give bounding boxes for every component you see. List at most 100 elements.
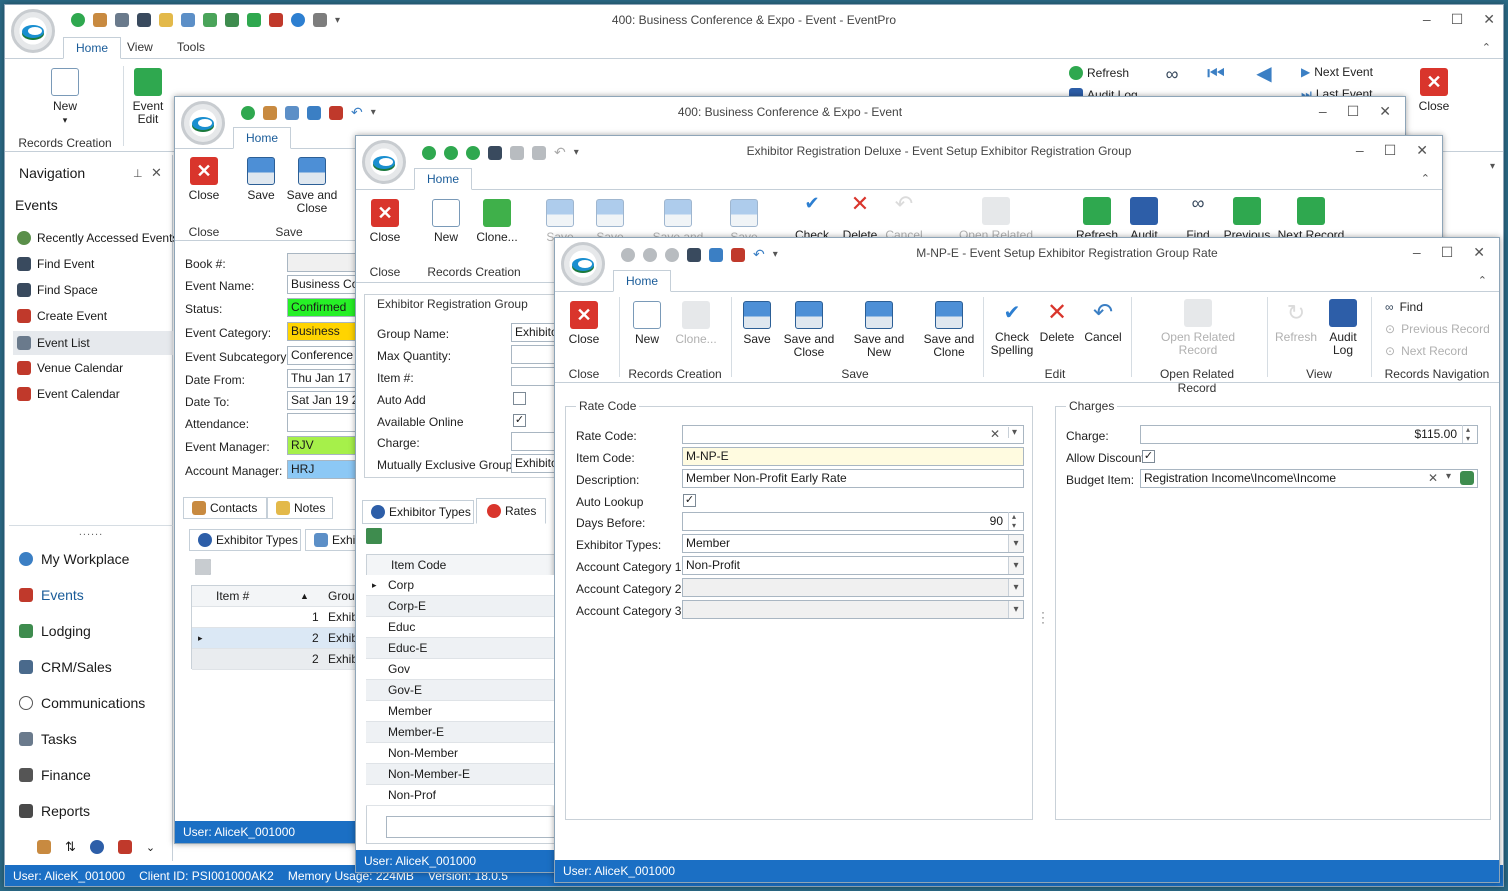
- table-row[interactable]: ▸ 2 Exhibi: [192, 628, 362, 649]
- module-tasks[interactable]: Tasks: [19, 731, 77, 747]
- save-button[interactable]: Save: [739, 301, 775, 346]
- nav-find-space[interactable]: Find Space: [17, 283, 98, 297]
- open-related-button[interactable]: Open Related Record: [1153, 299, 1243, 357]
- delete-button[interactable]: ✕ Delete: [840, 193, 880, 242]
- account-category-2-select[interactable]: [682, 578, 1024, 597]
- rate-row[interactable]: Non-Prof: [366, 785, 554, 806]
- module-reports[interactable]: Reports: [19, 803, 90, 819]
- maximize-icon[interactable]: ☐: [1451, 11, 1464, 28]
- rate-row[interactable]: Educ-E: [366, 638, 554, 659]
- item-code-field[interactable]: M-NP-E: [682, 447, 1024, 466]
- lookup-grid-icon[interactable]: [1460, 471, 1474, 485]
- tab-tools[interactable]: Tools: [165, 37, 217, 59]
- tab-home[interactable]: Home: [233, 127, 292, 149]
- spinner-icon[interactable]: ▴ ▾: [1008, 512, 1016, 530]
- group-tab-exhibitor-types[interactable]: Exhibitor Types: [362, 500, 474, 524]
- close-icon[interactable]: ✕: [1473, 244, 1485, 261]
- save-and-new-button[interactable]: Save and New: [841, 301, 917, 359]
- auto-add-checkbox[interactable]: [513, 392, 526, 405]
- chevron-down-icon[interactable]: ⌄: [146, 841, 155, 854]
- charge-field[interactable]: $115.00: [1140, 425, 1478, 444]
- clear-icon[interactable]: ✕: [990, 427, 1000, 441]
- module-my-workplace[interactable]: My Workplace: [19, 551, 129, 567]
- cancel-button[interactable]: ↶ Cancel: [884, 193, 924, 242]
- clear-icon[interactable]: ✕: [1428, 471, 1438, 485]
- save-and-close-button[interactable]: Save and Close: [783, 301, 835, 359]
- exhibitor-types-select[interactable]: Member: [682, 534, 1024, 553]
- table-row[interactable]: 1 Exhibi: [192, 607, 362, 628]
- maximize-icon[interactable]: ☐: [1441, 244, 1454, 261]
- previous-record-button[interactable]: ⊙ Previous Record: [1385, 323, 1495, 336]
- event-tab-notes[interactable]: Notes: [267, 497, 333, 519]
- globe-icon[interactable]: [89, 840, 104, 854]
- module-crm-sales[interactable]: CRM/Sales: [19, 659, 112, 675]
- panel-splitter-icon[interactable]: · · ·: [1041, 606, 1045, 628]
- nav-event-calendar[interactable]: Event Calendar: [17, 387, 120, 401]
- allow-discount-checkbox[interactable]: ✓: [1142, 450, 1155, 463]
- print-icon[interactable]: [195, 559, 211, 575]
- save-and-close-button[interactable]: Save and Close: [285, 157, 339, 215]
- module-communications[interactable]: Communications: [19, 695, 145, 711]
- nav-close-icon[interactable]: ✕: [151, 165, 162, 181]
- new-button[interactable]: New: [629, 301, 665, 346]
- close-icon[interactable]: ✕: [1483, 11, 1495, 28]
- group-tab-rates[interactable]: Rates: [476, 498, 546, 524]
- minimize-icon[interactable]: –: [1423, 11, 1431, 28]
- chart-icon[interactable]: [117, 840, 132, 854]
- open-related-button[interactable]: Open Related: [956, 197, 1036, 242]
- find-button[interactable]: ∞ Find: [1180, 194, 1216, 242]
- tab-home[interactable]: Home: [414, 168, 473, 190]
- next-record-button[interactable]: Next Record: [1276, 197, 1346, 242]
- tab-home[interactable]: Home: [613, 270, 672, 292]
- tab-home[interactable]: Home: [63, 37, 122, 59]
- chevron-down-icon[interactable]: ▾: [1008, 427, 1017, 438]
- rate-row[interactable]: Gov: [366, 659, 554, 680]
- refresh-button[interactable]: Refresh: [1069, 66, 1149, 80]
- refresh-button[interactable]: ↻ Refresh: [1273, 299, 1319, 344]
- ribbon-collapse-icon[interactable]: ⌃: [1421, 172, 1430, 185]
- rate-row[interactable]: Member: [366, 701, 554, 722]
- ribbon-collapse-icon[interactable]: ⌃: [1478, 274, 1487, 287]
- maximize-icon[interactable]: ☐: [1347, 103, 1360, 120]
- clone-button[interactable]: Clone...: [472, 199, 522, 244]
- rate-row[interactable]: Corp-E: [366, 596, 554, 617]
- find-button[interactable]: ∞ Find: [1385, 301, 1485, 314]
- close-button[interactable]: Close: [563, 301, 605, 346]
- cancel-button[interactable]: ↶ Cancel: [1081, 299, 1125, 344]
- available-online-checkbox[interactable]: ✓: [513, 414, 526, 427]
- nav-create-event[interactable]: Create Event: [17, 309, 107, 323]
- rate-row[interactable]: Non-Member: [366, 743, 554, 764]
- ribbon-dropdown-icon[interactable]: ▾: [1490, 161, 1495, 172]
- new-button[interactable]: New ▾: [47, 68, 83, 127]
- previous-button[interactable]: Previous: [1222, 197, 1272, 242]
- nav-find-event[interactable]: Find Event: [17, 257, 94, 271]
- check-spelling-button[interactable]: ✔ Check: [792, 194, 832, 242]
- module-lodging[interactable]: Lodging: [19, 623, 91, 639]
- module-events[interactable]: Events: [19, 587, 84, 603]
- nav-splitter[interactable]: ......: [9, 525, 173, 538]
- auto-lookup-checkbox[interactable]: ✓: [683, 494, 696, 507]
- save-and-clone-button[interactable]: Save and Clone: [921, 301, 977, 359]
- refresh-button[interactable]: Refresh: [1074, 197, 1120, 242]
- minimize-icon[interactable]: –: [1413, 244, 1421, 261]
- next-record-button[interactable]: ⊙ Next Record: [1385, 345, 1495, 358]
- event-subtab-exhibitor-types[interactable]: Exhibitor Types: [189, 529, 301, 551]
- table-row[interactable]: 2 Exhibi: [192, 649, 362, 670]
- close-button[interactable]: Close: [1409, 68, 1459, 113]
- export-icon[interactable]: [366, 528, 382, 544]
- account-category-1-select[interactable]: Non-Profit: [682, 556, 1024, 575]
- check-spelling-button[interactable]: ✔ Check Spelling: [987, 299, 1037, 357]
- module-finance[interactable]: Finance: [19, 767, 91, 783]
- days-before-field[interactable]: 90: [682, 512, 1024, 531]
- rate-code-field[interactable]: [682, 425, 1024, 444]
- close-icon[interactable]: ✕: [1416, 142, 1428, 159]
- close-icon[interactable]: ✕: [1379, 103, 1391, 120]
- tab-view[interactable]: View: [115, 37, 165, 59]
- spinner-icon[interactable]: ▴ ▾: [1462, 425, 1470, 443]
- audit-log-button[interactable]: Audit Log: [1325, 299, 1361, 357]
- minimize-icon[interactable]: –: [1319, 103, 1327, 120]
- rate-row[interactable]: Gov-E: [366, 680, 554, 701]
- rates-filter-field[interactable]: [386, 816, 566, 838]
- delete-button[interactable]: ✕ Delete: [1037, 299, 1077, 344]
- clone-button[interactable]: Clone...: [671, 301, 721, 346]
